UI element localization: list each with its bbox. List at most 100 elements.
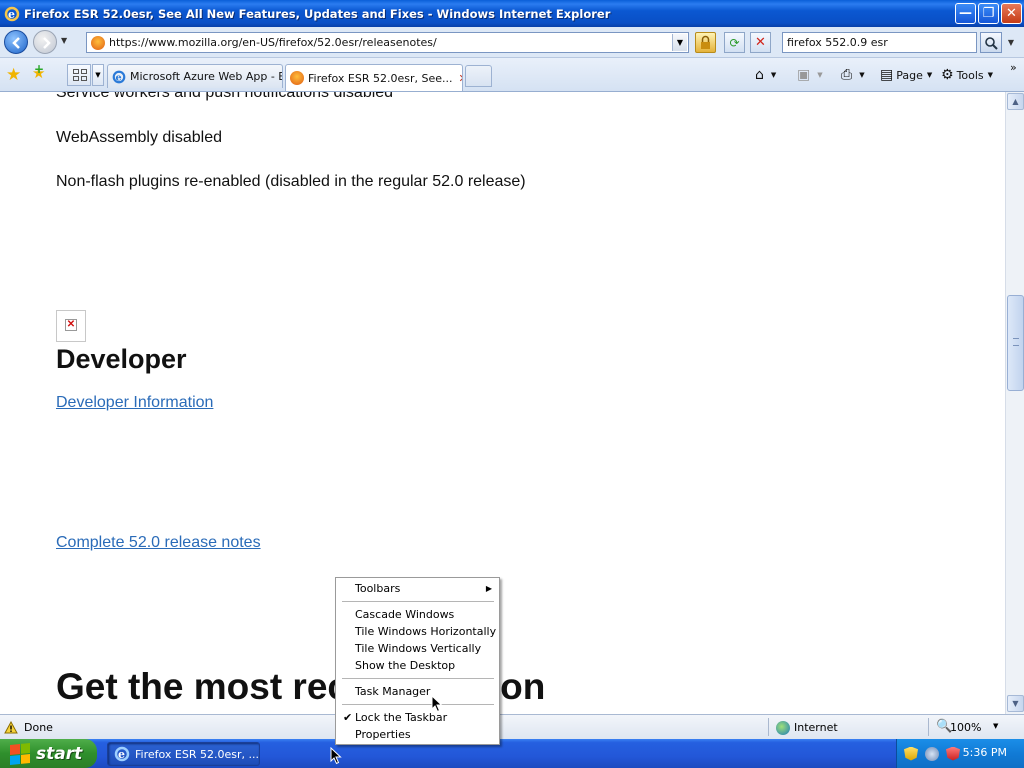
menu-item-lock-taskbar[interactable]: ✔ Lock the Taskbar	[337, 709, 498, 726]
status-text: Done	[24, 720, 53, 734]
new-tab-button[interactable]	[465, 65, 492, 87]
svg-text:e: e	[118, 748, 125, 761]
menu-item-cascade-windows[interactable]: Cascade Windows	[337, 606, 498, 623]
url-text: https://www.mozilla.org/en-US/firefox/52…	[109, 36, 437, 49]
taskbar-window-button[interactable]: e Firefox ESR 52.0esr, ...	[107, 742, 260, 766]
taskbar-context-menu: Toolbars ▶ Cascade Windows Tile Windows …	[335, 577, 500, 745]
close-button[interactable]: ✕	[1001, 3, 1022, 24]
clock[interactable]: 5:36 PM	[963, 746, 1007, 759]
tab-label: Firefox ESR 52.0esr, See...	[308, 71, 453, 85]
scroll-down-button[interactable]: ▼	[1007, 695, 1024, 712]
search-input[interactable]: firefox 552.0.9 esr	[782, 32, 977, 53]
menu-item-properties[interactable]: Properties	[337, 726, 498, 743]
alert-shield-icon[interactable]	[946, 746, 960, 761]
address-dropdown-button[interactable]: ▼	[672, 34, 687, 51]
page-menu[interactable]: ▤ Page ▼	[880, 67, 932, 83]
start-button[interactable]: start	[0, 739, 97, 768]
scroll-up-button[interactable]: ▲	[1007, 93, 1024, 110]
vertical-scrollbar[interactable]: ▲ ▼	[1005, 92, 1024, 714]
tab-list-dropdown[interactable]: ▼	[92, 64, 104, 86]
tab-firefox-esr[interactable]: Firefox ESR 52.0esr, See... ✕	[285, 64, 463, 91]
developer-information-link[interactable]: Developer Information	[56, 394, 213, 412]
tools-menu[interactable]: ⚙ Tools ▼	[941, 67, 993, 83]
taskbar-window-label: Firefox ESR 52.0esr, ...	[135, 747, 259, 761]
printer-icon: ⎙	[841, 67, 853, 83]
home-button[interactable]: ⌂ ▼	[755, 67, 776, 83]
print-button[interactable]: ⎙ ▼	[841, 67, 865, 83]
toolbar-overflow-chevron[interactable]: »	[1010, 61, 1017, 74]
mouse-cursor-icon	[330, 747, 342, 765]
submenu-arrow-icon: ▶	[485, 584, 492, 593]
recent-pages-dropdown[interactable]: ▼	[61, 36, 71, 46]
firefox-favicon-icon	[91, 35, 105, 50]
menu-item-label: Show the Desktop	[355, 659, 456, 672]
ie-logo-icon: e	[114, 746, 130, 762]
tab-azure[interactable]: e Microsoft Azure Web App - E...	[107, 64, 283, 88]
arrow-left-icon	[12, 37, 20, 49]
menu-item-label: Tile Windows Horizontally	[355, 625, 497, 638]
forward-button[interactable]	[33, 30, 57, 54]
menu-item-tile-vertically[interactable]: Tile Windows Vertically	[337, 640, 498, 657]
refresh-icon: ⟳	[729, 35, 740, 50]
stop-icon: ✕	[755, 35, 766, 50]
svg-text:e: e	[116, 72, 122, 83]
security-shield-icon[interactable]	[904, 746, 918, 761]
security-zone[interactable]: Internet	[794, 721, 838, 734]
menu-item-label: Task Manager	[355, 685, 431, 698]
system-tray: 5:36 PM	[896, 739, 1024, 768]
menu-item-show-desktop[interactable]: Show the Desktop	[337, 657, 498, 674]
release-notes-link[interactable]: Complete 52.0 release notes	[56, 534, 261, 552]
status-bar: Done Internet 🔍 100% ▼	[0, 714, 1024, 739]
zoom-level[interactable]: 100%	[950, 721, 981, 734]
firefox-favicon-icon	[290, 71, 304, 85]
start-label: start	[36, 743, 83, 764]
back-button[interactable]	[4, 30, 28, 54]
feeds-button[interactable]: ▣ ▼	[797, 67, 823, 83]
menu-item-toolbars[interactable]: Toolbars ▶	[337, 580, 498, 597]
stop-button[interactable]: ✕	[750, 32, 771, 53]
menu-item-tile-horizontally[interactable]: Tile Windows Horizontally	[337, 623, 498, 640]
search-button[interactable]	[980, 32, 1002, 53]
page-menu-label: Page	[896, 68, 923, 82]
gear-icon: ⚙	[941, 67, 954, 83]
taskbar[interactable]: start e Firefox ESR 52.0esr, ... 5:36 PM	[0, 739, 1024, 768]
restore-button[interactable]: ❐	[978, 3, 999, 24]
title-bar[interactable]: e Firefox ESR 52.0esr, See All New Featu…	[0, 0, 1024, 27]
refresh-button[interactable]: ⟳	[724, 32, 745, 53]
globe-icon	[776, 721, 790, 735]
zoom-dropdown[interactable]: ▼	[993, 722, 998, 730]
minimize-button[interactable]: —	[955, 3, 976, 24]
ie-logo-icon: e	[4, 6, 20, 21]
menu-item-task-manager[interactable]: Task Manager	[337, 683, 498, 700]
menu-item-label: Toolbars	[355, 582, 401, 595]
menu-item-label: Cascade Windows	[355, 608, 455, 621]
tools-menu-label: Tools	[956, 68, 984, 82]
favorites-star-icon[interactable]: ★	[6, 65, 21, 85]
ie-logo-icon: e	[112, 70, 126, 83]
lock-icon[interactable]	[695, 32, 716, 53]
tab-toolbar: ★ ★ + ▼ e Microsoft Azure Web App - E... …	[0, 58, 1024, 92]
broken-image-icon: ✕	[56, 310, 86, 342]
address-toolbar: ▼ https://www.mozilla.org/en-US/firefox/…	[0, 27, 1024, 58]
quick-tabs-button[interactable]	[67, 64, 91, 86]
arrow-right-icon	[43, 37, 51, 49]
window-title: Firefox ESR 52.0esr, See All New Feature…	[24, 6, 611, 21]
address-field[interactable]: https://www.mozilla.org/en-US/firefox/52…	[86, 32, 689, 53]
warning-icon[interactable]	[4, 720, 18, 734]
network-icon[interactable]	[925, 746, 939, 761]
mouse-cursor-icon	[431, 695, 443, 713]
developer-heading: Developer	[56, 344, 187, 374]
feature-line: WebAssembly disabled	[56, 129, 223, 146]
tab-label: Microsoft Azure Web App - E...	[130, 70, 283, 83]
home-icon: ⌂	[755, 67, 764, 83]
close-tab-icon[interactable]: ✕	[453, 72, 463, 85]
search-options-dropdown[interactable]: ▼	[1004, 32, 1018, 53]
add-favorite-icon[interactable]: ★ +	[32, 62, 45, 82]
page-content: Service workers and push notifications d…	[0, 92, 1005, 714]
windows-logo-icon	[10, 742, 30, 765]
search-icon	[985, 36, 998, 50]
menu-item-label: Tile Windows Vertically	[355, 642, 482, 655]
checkmark-icon: ✔	[343, 711, 353, 724]
scroll-thumb[interactable]	[1007, 295, 1024, 391]
page-icon: ▤	[880, 67, 894, 83]
